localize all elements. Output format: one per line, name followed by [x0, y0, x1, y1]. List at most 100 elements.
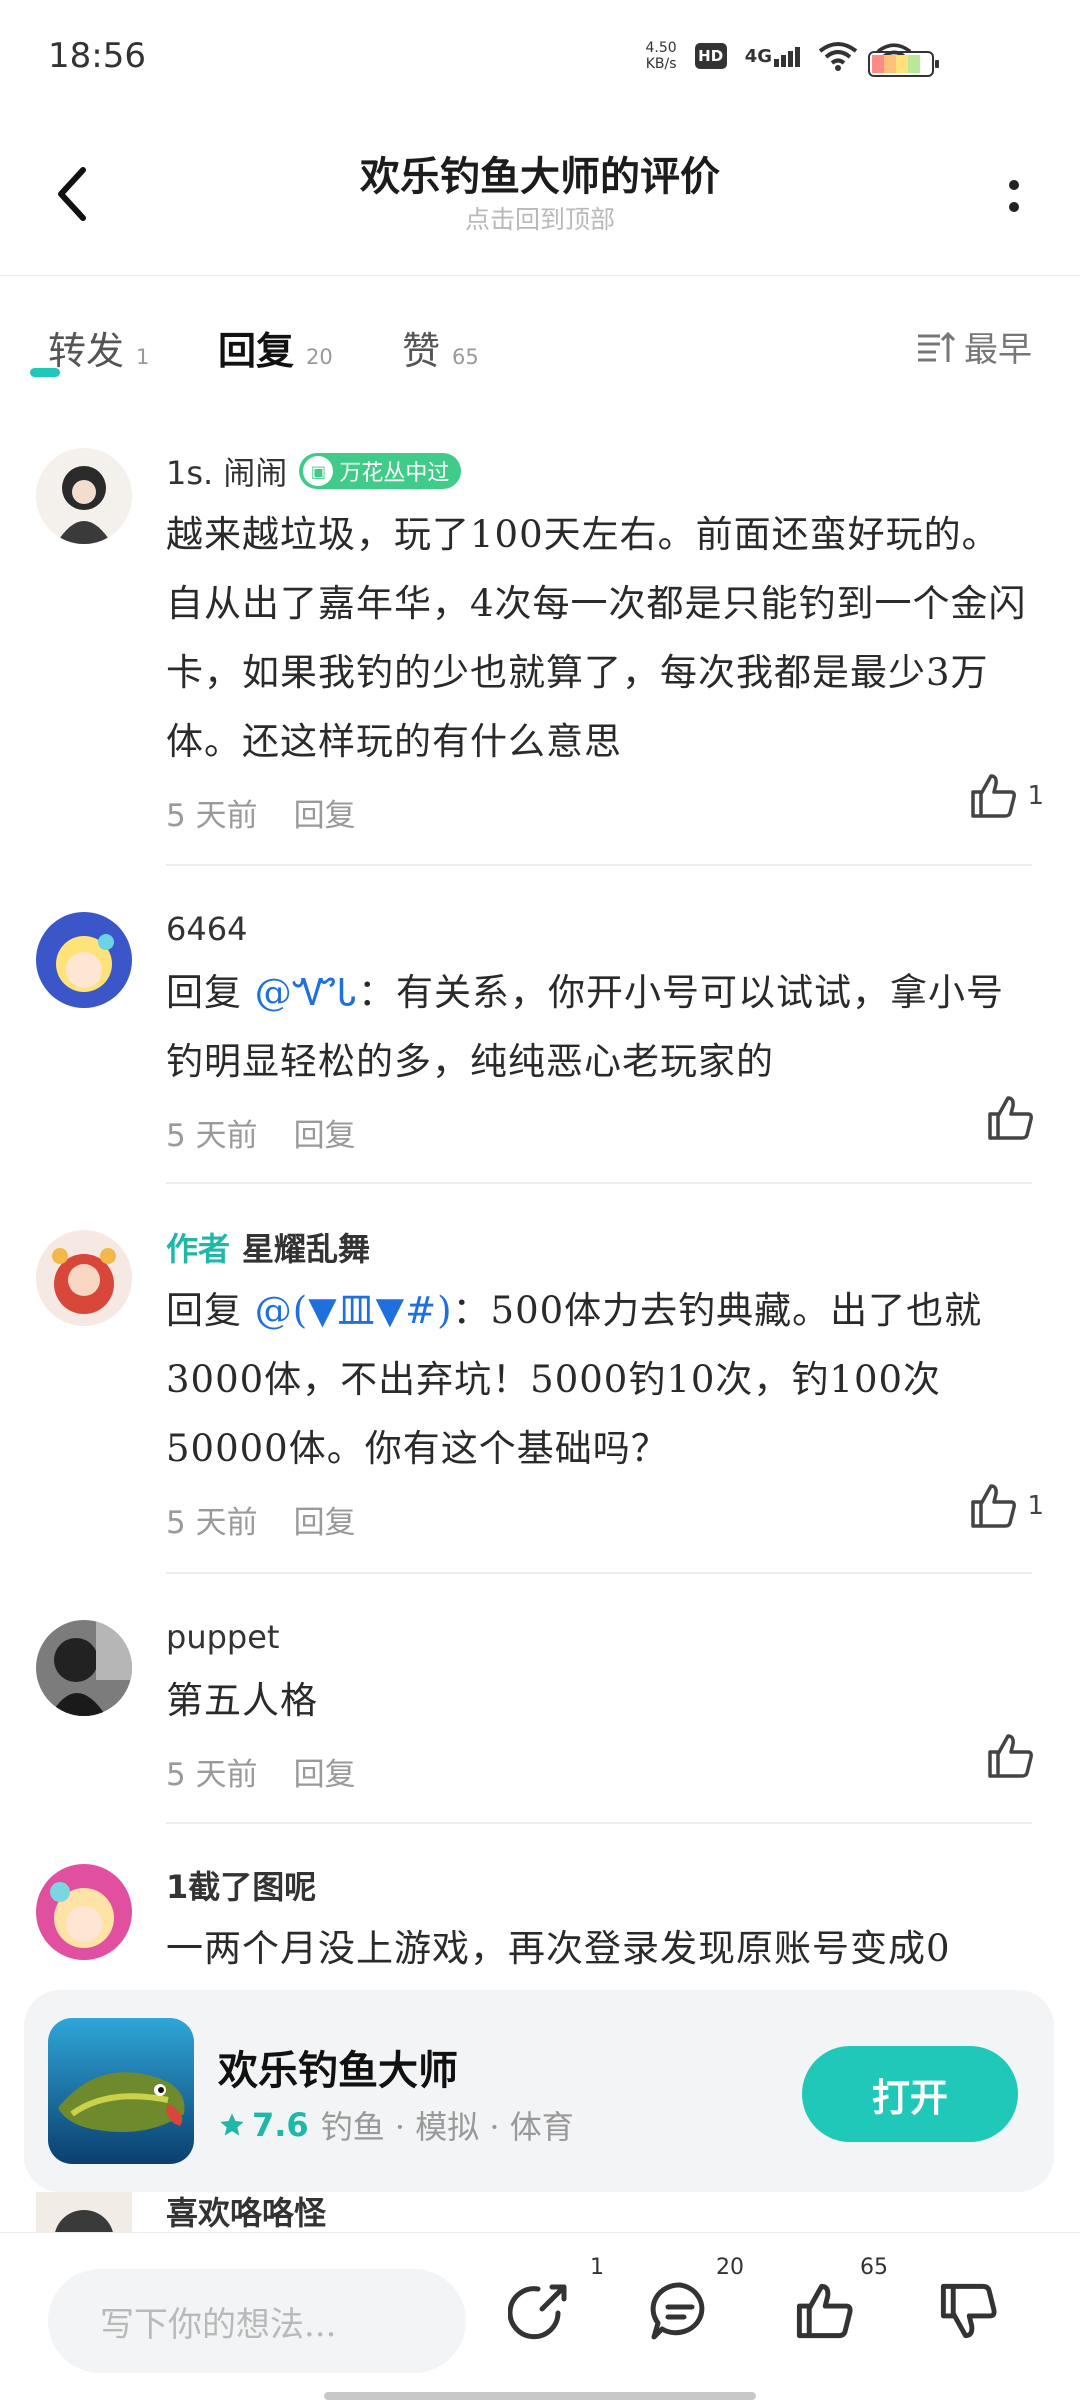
app-icon[interactable]	[48, 2018, 194, 2164]
divider	[166, 1822, 1032, 1824]
avatar[interactable]	[36, 448, 132, 544]
app-meta: 7.6 钓鱼 · 模拟 · 体育	[218, 2102, 574, 2148]
app-tags: 钓鱼 · 模拟 · 体育	[320, 2108, 574, 2146]
star-icon	[220, 2113, 244, 2136]
home-indicator[interactable]	[324, 2392, 756, 2400]
reply-prefix: 回复	[166, 971, 242, 1014]
comment-text: 越来越垃圾，玩了100天左右。前面还蛮好玩的。自从出了嘉年华，4次每一次都是只能…	[166, 513, 1027, 763]
gamepad-icon: ▣	[303, 456, 334, 486]
reply-button[interactable]: 回复	[294, 1110, 356, 1155]
battery-icon	[868, 51, 939, 77]
comment-time: 5 天前	[166, 798, 258, 834]
more-options-button[interactable]	[984, 166, 1044, 226]
like-count: 65	[860, 2255, 888, 2280]
comment-meta: 5 天前 回复	[166, 1749, 1036, 1794]
share-icon	[508, 2284, 567, 2340]
bottom-action-bar: 写下你的想法... 1 20 65	[0, 2232, 1080, 2408]
mention-link[interactable]: @ᏉᏓ	[255, 971, 358, 1014]
reply-prefix: 回复	[166, 1289, 242, 1332]
more-dot-icon	[1009, 180, 1019, 190]
comment-item: 1截了图呢 一两个月没上游戏，再次登录发现原账号变成0	[0, 1862, 1080, 1990]
like-article-button[interactable]: 65	[784, 2255, 888, 2351]
username[interactable]: 星耀乱舞	[242, 1224, 370, 1270]
comment-time: 5 天前	[166, 1757, 258, 1793]
comment-meta: 5 天前 回复	[166, 1110, 1036, 1155]
like-button[interactable]: 1	[967, 1480, 1044, 1532]
tab-label: 回复	[218, 329, 295, 373]
avatar[interactable]	[36, 1230, 132, 1326]
tab-label: 转发	[48, 329, 125, 373]
sort-label: 最早	[964, 330, 1032, 370]
net-speed-unit: KB/s	[645, 56, 677, 72]
username[interactable]: 1s. 闹闹	[166, 448, 287, 494]
mention-link[interactable]: @(▼皿▼#)	[255, 1289, 453, 1332]
tab-count: 65	[452, 345, 479, 369]
rating-value: 7.6	[252, 2106, 309, 2144]
badge-label: 万花丛中过	[339, 461, 450, 486]
wifi-icon	[818, 42, 858, 71]
tab-forward[interactable]: 转发 1	[48, 320, 149, 375]
page-title[interactable]: 欢乐钓鱼大师的评价	[0, 144, 1080, 202]
comment-text: 回复 @ᏉᏓ：有关系，你开小号可以试试，拿小号钓明显轻松的多，纯纯恶心老玩家的	[166, 958, 1036, 1096]
app-name[interactable]: 欢乐钓鱼大师	[218, 2038, 458, 2096]
comment-text: 回复 @(▼皿▼#)：500体力去钓典藏。出了也就3000体，不出弃坑！5000…	[166, 1276, 1036, 1483]
share-button[interactable]: 1	[500, 2255, 604, 2351]
username[interactable]: 1截了图呢	[166, 1862, 316, 1908]
more-dot-icon	[1009, 202, 1019, 212]
avatar[interactable]	[36, 912, 132, 1008]
comment-text: 一两个月没上游戏，再次登录发现原账号变成0	[166, 1927, 951, 1970]
tab-reply[interactable]: 回复 20	[218, 320, 333, 375]
sort-button[interactable]: 最早	[916, 322, 1032, 371]
username[interactable]: 6464	[166, 910, 247, 948]
user-badge: ▣ 万花丛中过	[299, 453, 462, 489]
app-card[interactable]: 欢乐钓鱼大师 7.6 钓鱼 · 模拟 · 体育 打开	[24, 1990, 1054, 2192]
comment-button[interactable]: 20	[640, 2255, 744, 2351]
thumbs-up-icon	[796, 2283, 853, 2339]
username[interactable]: 喜欢咯咯怪	[166, 2188, 326, 2232]
comment-body: 1s. 闹闹 ▣ 万花丛中过 越来越垃圾，玩了100天左右。前面还蛮好玩的。自从…	[166, 448, 1036, 835]
comment-header: 1s. 闹闹 ▣ 万花丛中过	[166, 448, 1036, 494]
reply-button[interactable]: 回复	[294, 1749, 356, 1794]
scroll-to-top-hint[interactable]: 点击回到顶部	[0, 200, 1080, 236]
hd-icon: HD	[694, 43, 727, 69]
open-app-button[interactable]: 打开	[802, 2046, 1018, 2142]
tab-label: 赞	[402, 329, 441, 373]
share-count: 1	[590, 2255, 604, 2280]
avatar[interactable]	[36, 1864, 132, 1960]
reply-button[interactable]: 回复	[294, 1497, 356, 1542]
header: 欢乐钓鱼大师的评价 点击回到顶部	[0, 110, 1080, 276]
avatar[interactable]	[36, 2192, 132, 2232]
like-count: 1	[1027, 1491, 1044, 1521]
status-time: 18:56	[48, 36, 146, 76]
tab-like[interactable]: 赞 65	[402, 320, 479, 375]
like-button[interactable]	[984, 1730, 1044, 1782]
reply-button[interactable]: 回复	[294, 790, 356, 835]
net-speed: 4.50 KB/s	[646, 40, 677, 72]
thumbs-up-icon	[988, 1734, 1033, 1778]
comment-body: 1截了图呢 一两个月没上游戏，再次登录发现原账号变成0	[166, 1862, 1036, 1983]
tab-bar: 转发 1 回复 20 赞 65 最早	[0, 300, 1080, 390]
comment-bubble-icon	[650, 2282, 705, 2340]
comment-text: 第五人格	[166, 1679, 318, 1722]
comment-body: puppet 第五人格 5 天前 回复	[166, 1614, 1036, 1794]
comment-time: 5 天前	[166, 1118, 258, 1154]
like-button[interactable]	[984, 1092, 1044, 1144]
tab-count: 20	[306, 345, 333, 369]
comment-header: 6464	[166, 906, 1036, 952]
avatar[interactable]	[36, 1620, 132, 1716]
comment-body: 6464 回复 @ᏉᏓ：有关系，你开小号可以试试，拿小号钓明显轻松的多，纯纯恶心…	[166, 906, 1036, 1155]
like-button[interactable]: 1	[967, 770, 1044, 822]
thumbs-up-icon	[971, 774, 1017, 818]
divider	[166, 1572, 1032, 1574]
like-count: 1	[1027, 781, 1044, 811]
tab-count: 1	[136, 345, 150, 369]
divider	[166, 1182, 1032, 1184]
comment-count: 20	[716, 2255, 744, 2280]
divider	[166, 864, 1032, 866]
comment-meta: 5 天前 回复	[166, 1497, 1036, 1542]
thumbs-down-icon	[940, 2283, 997, 2339]
comment-header: puppet	[166, 1614, 1036, 1660]
username[interactable]: puppet	[166, 1618, 279, 1656]
comment-input[interactable]: 写下你的想法...	[48, 2269, 466, 2373]
dislike-button[interactable]	[928, 2271, 1008, 2351]
